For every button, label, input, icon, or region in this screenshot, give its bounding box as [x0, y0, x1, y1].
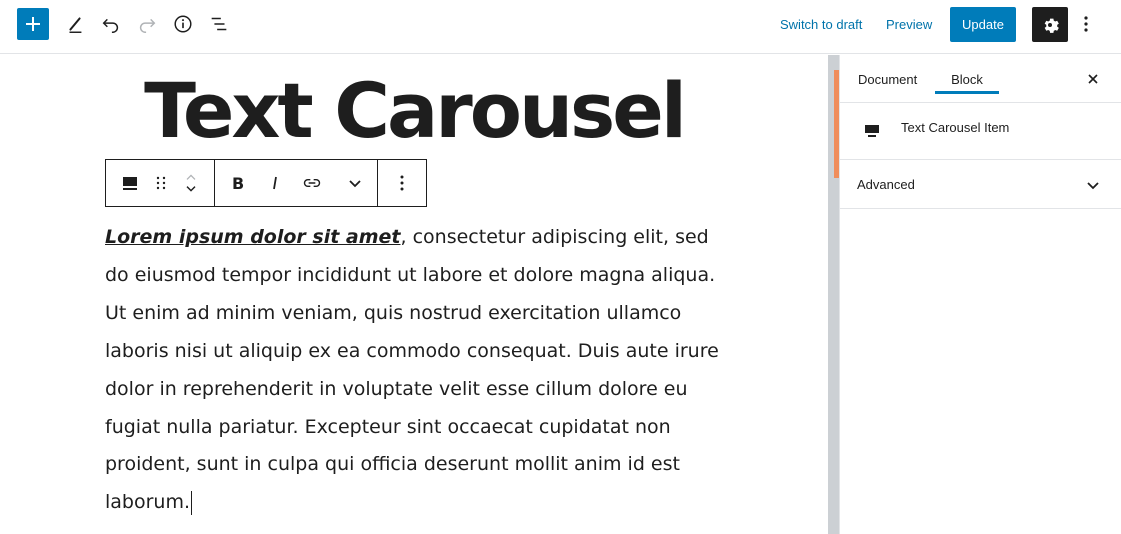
block-card-title: Text Carousel Item — [901, 120, 1010, 135]
info-icon — [174, 15, 192, 33]
move-down-icon[interactable] — [183, 183, 199, 195]
block-toolbar-group-options — [378, 160, 426, 206]
update-button[interactable]: Update — [950, 7, 1016, 42]
bold-button[interactable]: B — [215, 160, 259, 206]
outline-button[interactable] — [203, 8, 235, 40]
block-mover — [168, 160, 214, 206]
editor-canvas: Text Carousel B Lorem ipsum dolor sit am… — [0, 55, 828, 534]
gear-icon — [1044, 18, 1059, 33]
editor-header: Switch to draft Preview Update — [0, 0, 1121, 54]
more-options-button[interactable] — [1074, 8, 1098, 40]
preview-button[interactable]: Preview — [886, 12, 932, 36]
more-vertical-icon — [400, 175, 404, 191]
block-toolbar-group-mover — [106, 160, 215, 206]
chevron-down-icon — [349, 180, 361, 188]
italic-icon — [273, 176, 277, 190]
tools-button[interactable] — [59, 8, 91, 40]
svg-text:B: B — [232, 174, 244, 193]
list-view-icon — [211, 17, 227, 31]
plus-icon — [26, 17, 40, 31]
post-title[interactable]: Text Carousel — [0, 73, 828, 149]
block-toolbar-group-format: B — [215, 160, 378, 206]
block-toolbar: B — [105, 159, 427, 207]
more-rich-text-controls-button[interactable] — [333, 160, 377, 206]
redo-icon — [139, 18, 156, 33]
paragraph-text: , consectetur adipiscing elit, sed do ei… — [105, 226, 719, 514]
move-up-icon[interactable] — [183, 171, 199, 183]
paragraph-bold-italic-text: Lorem ipsum dolor sit amet — [105, 226, 401, 248]
block-card: Text Carousel Item — [840, 103, 1121, 160]
advanced-panel-toggle[interactable]: Advanced — [840, 160, 1121, 209]
advanced-panel-title: Advanced — [857, 177, 915, 192]
bold-icon: B — [232, 174, 244, 193]
more-vertical-icon — [1084, 16, 1088, 32]
chevron-down-icon — [1087, 182, 1099, 190]
redo-button[interactable] — [131, 8, 163, 40]
settings-button[interactable] — [1032, 7, 1068, 42]
paragraph-block[interactable]: Lorem ipsum dolor sit amet, consectetur … — [105, 219, 720, 522]
undo-button[interactable] — [95, 8, 127, 40]
block-type-button[interactable] — [106, 160, 154, 206]
pencil-icon — [69, 17, 82, 33]
switch-to-draft-button[interactable]: Switch to draft — [780, 12, 862, 36]
close-icon — [1088, 74, 1098, 84]
settings-sidebar: Document Block Text Carousel Item Advanc… — [839, 55, 1121, 534]
undo-icon — [102, 18, 119, 33]
link-button[interactable] — [291, 160, 333, 206]
italic-button[interactable] — [259, 160, 291, 206]
drag-handle-icon — [156, 176, 166, 190]
text-caret — [191, 490, 193, 515]
block-options-button[interactable] — [378, 160, 426, 206]
tab-block[interactable]: Block — [935, 55, 999, 103]
active-tab-indicator — [935, 91, 999, 94]
drag-handle[interactable] — [154, 160, 168, 206]
tab-document[interactable]: Document — [858, 55, 917, 103]
add-block-button[interactable] — [17, 8, 49, 40]
block-type-icon — [123, 177, 137, 190]
link-icon — [303, 178, 321, 188]
block-type-icon — [865, 125, 879, 137]
sidebar-tabs: Document Block — [840, 55, 1121, 103]
close-sidebar-button[interactable] — [1081, 67, 1105, 91]
info-button[interactable] — [167, 8, 199, 40]
